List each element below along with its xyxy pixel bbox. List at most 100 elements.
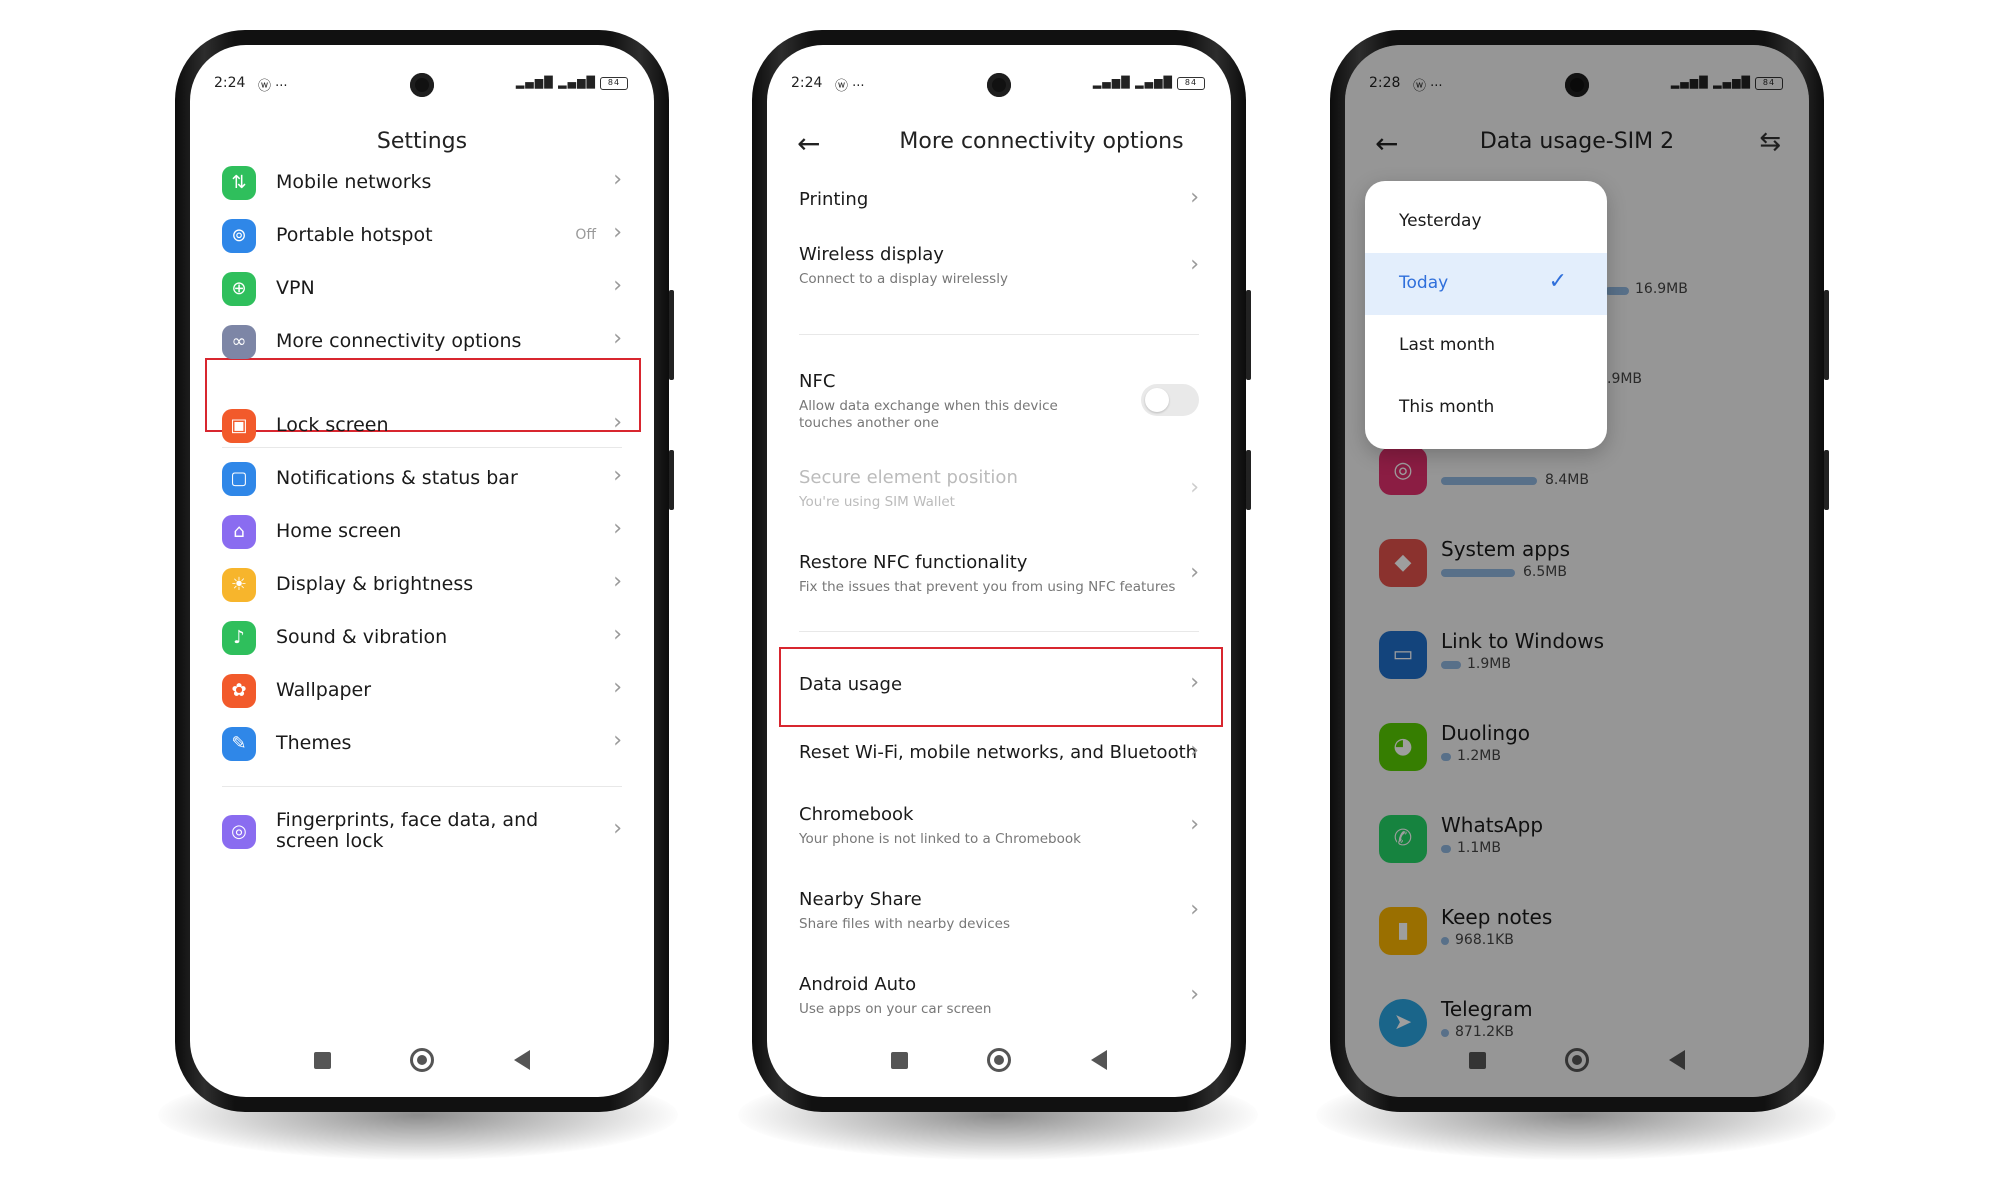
settings-item-sound[interactable]: ♪ Sound & vibration ›	[190, 608, 654, 668]
connectivity-item-printing[interactable]: Printing ›	[767, 185, 1231, 225]
dropdown-option-yesterday[interactable]: Yesterday	[1365, 191, 1607, 253]
divider	[222, 786, 622, 787]
recents-button[interactable]	[314, 1052, 331, 1069]
settings-item-vpn[interactable]: ⊕ VPN ›	[190, 259, 654, 319]
battery-icon: 84	[600, 76, 628, 90]
item-subtitle: Use apps on your car screen	[799, 1001, 992, 1017]
nfc-toggle[interactable]	[1141, 384, 1199, 416]
status-notification-icons: ⓦ ···	[258, 79, 288, 94]
page-title: More connectivity options	[899, 129, 1184, 154]
item-title: NFC	[799, 371, 836, 392]
fingerprint-icon: ◎	[222, 815, 256, 849]
mobile-networks-icon: ⇅	[222, 166, 256, 200]
settings-item-label: Wallpaper	[276, 679, 372, 701]
phone3-volume-button	[1824, 290, 1829, 380]
chevron-right-icon: ›	[1190, 897, 1199, 922]
chevron-right-icon: ›	[613, 167, 622, 192]
connectivity-item-chromebook[interactable]: Chromebook Your phone is not linked to a…	[767, 800, 1231, 860]
navigation-bar	[190, 1045, 654, 1075]
chevron-right-icon: ›	[613, 463, 622, 488]
item-title: Restore NFC functionality	[799, 552, 1028, 573]
item-title: Data usage	[799, 674, 903, 695]
option-label: Yesterday	[1399, 211, 1482, 231]
front-camera	[987, 73, 1011, 97]
connectivity-item-nfc[interactable]: NFC Allow data exchange when this device…	[767, 367, 1231, 431]
signal-icon: ▂▄▆█ ▂▄▆█ 84	[516, 76, 628, 90]
chevron-right-icon: ›	[1190, 982, 1199, 1007]
period-dropdown-menu: Yesterday Today ✓ Last month This month	[1365, 181, 1607, 449]
item-title: Wireless display	[799, 244, 944, 265]
header: ← More connectivity options	[767, 123, 1231, 163]
back-button[interactable]	[514, 1050, 530, 1070]
settings-item-label: Themes	[276, 732, 352, 754]
divider	[799, 334, 1199, 335]
home-icon: ⌂	[222, 515, 256, 549]
navigation-bar	[767, 1045, 1231, 1075]
notifications-icon: ▢	[222, 462, 256, 496]
settings-item-home-screen[interactable]: ⌂ Home screen ›	[190, 502, 654, 562]
option-label: Last month	[1399, 335, 1495, 355]
home-button[interactable]	[410, 1048, 434, 1072]
connectivity-item-android-auto[interactable]: Android Auto Use apps on your car screen…	[767, 970, 1231, 1030]
settings-item-more-connectivity[interactable]: ∞ More connectivity options ›	[190, 312, 654, 372]
settings-item-themes[interactable]: ✎ Themes ›	[190, 714, 654, 774]
back-button[interactable]	[1091, 1050, 1107, 1070]
chevron-right-icon: ›	[1190, 738, 1199, 763]
option-label: Today	[1399, 273, 1449, 293]
chevron-right-icon: ›	[613, 728, 622, 753]
toggle-knob	[1145, 388, 1169, 412]
back-arrow-icon[interactable]: ←	[797, 127, 820, 160]
phone1-screen: 2:24 ⓦ ··· ▂▄▆█ ▂▄▆█ 84 Settings ⇅ Mobile…	[190, 45, 654, 1097]
item-subtitle: Allow data exchange when this device tou…	[799, 398, 1058, 431]
link-icon: ∞	[222, 325, 256, 359]
chevron-right-icon: ›	[613, 622, 622, 647]
phone2-screen: 2:24 ⓦ ··· ▂▄▆█ ▂▄▆█ 84 ← More connectivi…	[767, 45, 1231, 1097]
dropdown-option-last-month[interactable]: Last month	[1365, 315, 1607, 377]
item-title: Chromebook	[799, 804, 914, 825]
checkmark-icon: ✓	[1548, 269, 1567, 294]
settings-item-wallpaper[interactable]: ✿ Wallpaper ›	[190, 661, 654, 721]
settings-item-label: Display & brightness	[276, 573, 474, 595]
settings-item-fingerprints[interactable]: ◎ Fingerprints, face data, and screen lo…	[190, 802, 654, 862]
phone3-screen: 2:28 ⓦ ··· ▂▄▆█ ▂▄▆█ 84 ← Data usage-SIM …	[1345, 45, 1809, 1097]
phone3-power-button	[1824, 450, 1829, 510]
settings-item-mobile-networks[interactable]: ⇅ Mobile networks ›	[190, 153, 654, 213]
settings-item-label: Portable hotspot	[276, 224, 433, 246]
settings-item-notifications[interactable]: ▢ Notifications & status bar ›	[190, 449, 654, 509]
settings-item-label: Fingerprints, face data, and screen lock	[276, 809, 539, 852]
connectivity-item-restore-nfc[interactable]: Restore NFC functionality Fix the issues…	[767, 548, 1231, 608]
sun-icon: ☀	[222, 568, 256, 602]
item-subtitle: Fix the issues that prevent you from usi…	[799, 579, 1176, 595]
settings-item-label: Mobile networks	[276, 171, 432, 193]
chevron-right-icon: ›	[1190, 812, 1199, 837]
connectivity-item-data-usage[interactable]: Data usage ›	[767, 670, 1231, 710]
settings-item-portable-hotspot[interactable]: ⊚ Portable hotspot Off ›	[190, 206, 654, 266]
option-label: This month	[1399, 397, 1495, 417]
item-subtitle: You're using SIM Wallet	[799, 494, 955, 510]
item-title: Nearby Share	[799, 889, 922, 910]
settings-item-label: VPN	[276, 277, 315, 299]
dropdown-option-today[interactable]: Today ✓	[1365, 253, 1607, 315]
connectivity-item-reset-network[interactable]: Reset Wi-Fi, mobile networks, and Blueto…	[767, 738, 1231, 778]
settings-item-display[interactable]: ☀ Display & brightness ›	[190, 555, 654, 615]
recents-button[interactable]	[891, 1052, 908, 1069]
wallpaper-icon: ✿	[222, 674, 256, 708]
phone1: 2:24 ⓦ ··· ▂▄▆█ ▂▄▆█ 84 Settings ⇅ Mobile…	[175, 30, 674, 1112]
item-subtitle: Share files with nearby devices	[799, 916, 1010, 932]
vpn-icon: ⊕	[222, 272, 256, 306]
phone3: 2:28 ⓦ ··· ▂▄▆█ ▂▄▆█ 84 ← Data usage-SIM …	[1330, 30, 1829, 1112]
phone2-volume-button	[1246, 290, 1251, 380]
item-subtitle: Connect to a display wirelessly	[799, 271, 1008, 287]
phone2: 2:24 ⓦ ··· ▂▄▆█ ▂▄▆█ 84 ← More connectivi…	[752, 30, 1251, 1112]
chevron-right-icon: ›	[613, 326, 622, 351]
connectivity-item-wireless-display[interactable]: Wireless display Connect to a display wi…	[767, 240, 1231, 300]
chevron-right-icon: ›	[613, 816, 622, 841]
connectivity-item-nearby-share[interactable]: Nearby Share Share files with nearby dev…	[767, 885, 1231, 945]
chevron-right-icon: ›	[1190, 185, 1199, 210]
item-title: Android Auto	[799, 974, 917, 995]
settings-item-lock-screen[interactable]: ▣ Lock screen ›	[190, 396, 654, 456]
item-subtitle: Your phone is not linked to a Chromebook	[799, 831, 1081, 847]
dropdown-option-this-month[interactable]: This month	[1365, 377, 1607, 439]
home-button[interactable]	[987, 1048, 1011, 1072]
status-time: 2:24	[214, 75, 246, 91]
